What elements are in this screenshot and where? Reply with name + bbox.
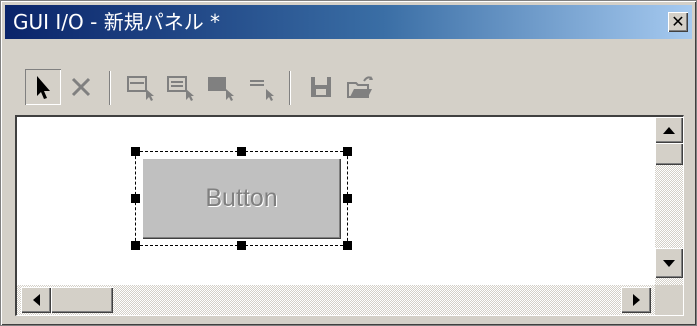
add-label-widget-button[interactable] xyxy=(243,69,279,105)
close-button[interactable]: ✕ xyxy=(668,12,688,32)
resize-handle-bottom[interactable] xyxy=(237,241,246,250)
delete-icon xyxy=(71,77,91,97)
selected-widget[interactable]: Button xyxy=(131,147,352,250)
resize-handle-top-right[interactable] xyxy=(343,147,352,156)
delete-button[interactable] xyxy=(63,69,99,105)
add-label-widget-icon xyxy=(250,80,274,101)
arrow-left-icon xyxy=(32,294,40,306)
horizontal-scrollbar[interactable] xyxy=(17,285,655,315)
title-bar[interactable]: GUI I/O - 新規パネル * ✕ xyxy=(5,5,692,39)
resize-handle-bottom-right[interactable] xyxy=(343,241,352,250)
select-tool-button[interactable] xyxy=(25,69,61,105)
resize-handle-bottom-left[interactable] xyxy=(131,241,140,250)
window-title: GUI I/O - 新規パネル * xyxy=(13,10,221,34)
resize-handle-top-left[interactable] xyxy=(131,147,140,156)
add-button-widget-icon xyxy=(127,76,154,101)
gui-io-window: GUI I/O - 新規パネル * ✕ Button xyxy=(0,0,697,326)
panel-canvas[interactable]: Button xyxy=(15,115,684,316)
button-widget-label: Button xyxy=(205,184,278,212)
select-pointer-icon xyxy=(37,76,50,99)
save-button[interactable] xyxy=(303,69,339,105)
vertical-scroll-thumb[interactable] xyxy=(655,143,683,165)
button-widget[interactable]: Button xyxy=(142,158,341,239)
toolbar-separator xyxy=(289,71,291,105)
add-filled-widget-icon xyxy=(208,77,234,101)
arrow-down-icon xyxy=(663,259,675,267)
resize-handle-top[interactable] xyxy=(237,147,246,156)
scroll-left-button[interactable] xyxy=(21,287,51,313)
save-icon xyxy=(311,77,331,97)
add-filled-widget-button[interactable] xyxy=(203,69,239,105)
scrollbar-corner xyxy=(655,285,683,315)
open-button[interactable] xyxy=(343,69,379,105)
add-textfield-widget-button[interactable] xyxy=(163,69,199,105)
scroll-down-button[interactable] xyxy=(655,248,683,278)
scroll-right-button[interactable] xyxy=(621,287,651,313)
arrow-up-icon xyxy=(663,126,675,134)
close-icon: ✕ xyxy=(671,12,685,31)
arrow-right-icon xyxy=(632,294,640,306)
toolbar xyxy=(5,57,692,117)
open-folder-icon xyxy=(347,76,373,98)
scroll-up-button[interactable] xyxy=(655,117,683,143)
add-textfield-widget-icon xyxy=(167,76,194,101)
vertical-scrollbar[interactable] xyxy=(655,117,683,286)
add-button-widget-button[interactable] xyxy=(123,69,159,105)
resize-handle-right[interactable] xyxy=(343,194,352,203)
toolbar-separator xyxy=(109,71,111,105)
horizontal-scroll-thumb[interactable] xyxy=(51,287,113,313)
resize-handle-left[interactable] xyxy=(131,194,140,203)
